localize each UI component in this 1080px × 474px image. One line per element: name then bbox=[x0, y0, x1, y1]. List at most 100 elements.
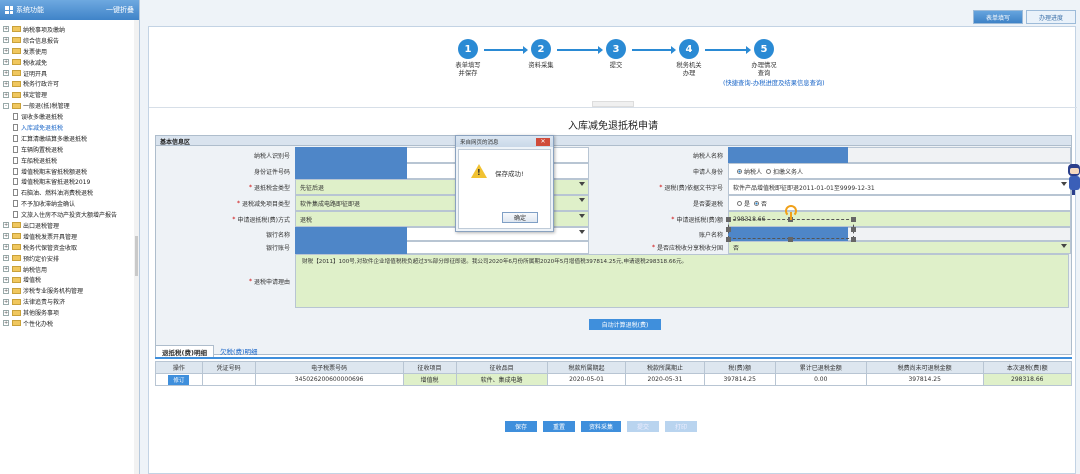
sidebar-item[interactable]: + 增值税 bbox=[0, 274, 139, 285]
radio-yes[interactable] bbox=[737, 200, 742, 206]
sidebar-item[interactable]: 文旅入住房不动产投资大额增产报告 bbox=[0, 209, 139, 220]
reset-button[interactable]: 重置 bbox=[543, 421, 575, 432]
header-tabs: 表单填写 办理进度 bbox=[972, 10, 1076, 24]
auto-calc-button[interactable]: 自动计算退税(费) bbox=[589, 319, 661, 330]
tab-form-fill[interactable]: 表单填写 bbox=[972, 10, 1023, 24]
collect-data-button[interactable]: 资料采集 bbox=[581, 421, 621, 432]
sidebar-item-label: 法律追责与救济 bbox=[23, 299, 66, 307]
ok-button[interactable]: 确定 bbox=[502, 212, 538, 223]
sidebar-scrollbar[interactable] bbox=[134, 20, 139, 474]
close-icon[interactable]: ✕ bbox=[536, 138, 550, 146]
quick-query-link[interactable]: (快捷查询-办税进度及结果信息查询) bbox=[723, 78, 825, 87]
radio-taxpayer[interactable] bbox=[737, 168, 742, 174]
sidebar-item[interactable]: + 综合信息报告 bbox=[0, 35, 139, 46]
sidebar-item[interactable]: 入库减免退抵税 bbox=[0, 122, 139, 133]
expand-toggle-icon[interactable]: + bbox=[3, 244, 9, 251]
table-header-row: 操作 凭证号码 电子税票号码 征收项目 征收品目 税款所属期起 税款所属期止 税(费)额 累计已… bbox=[155, 361, 1073, 374]
expand-toggle-icon[interactable]: + bbox=[3, 91, 9, 98]
expand-toggle-icon[interactable]: + bbox=[3, 266, 9, 273]
deduct-radio-group: 是 否 bbox=[728, 195, 1071, 211]
resize-handle[interactable] bbox=[851, 227, 856, 232]
expand-toggle-icon[interactable]: + bbox=[3, 59, 9, 66]
resize-handle[interactable] bbox=[851, 237, 856, 242]
expand-toggle-icon[interactable]: + bbox=[3, 26, 9, 33]
action-bar: 保存 重置 资料采集 提交 打印 bbox=[505, 421, 697, 432]
sidebar-item[interactable]: + 其他服务事项 bbox=[0, 307, 139, 318]
sidebar-item[interactable]: - 一般退(抵)税管理 bbox=[0, 100, 139, 111]
tab-arrears-detail[interactable]: 欠税(费)明细 bbox=[214, 345, 264, 357]
expand-toggle-icon[interactable]: + bbox=[3, 70, 9, 76]
radio-taxpayer-label: 纳税人 bbox=[744, 168, 763, 176]
step-4-label: 税务机关 办理 bbox=[676, 62, 702, 77]
cell-current[interactable]: 298318.66 bbox=[982, 373, 1073, 386]
assistant-robot-icon[interactable] bbox=[1066, 160, 1080, 196]
sidebar-item[interactable]: + 法律追责与救济 bbox=[0, 296, 139, 307]
sidebar-item[interactable]: 增值税期末留抵退税2019 bbox=[0, 176, 139, 187]
cell-sub-item[interactable]: 软件、集成电路 bbox=[455, 373, 548, 386]
expand-toggle-icon[interactable]: + bbox=[3, 48, 9, 55]
radio-no[interactable] bbox=[754, 200, 760, 206]
scrollbar-thumb[interactable] bbox=[135, 236, 138, 276]
sidebar-item[interactable]: 石脑油、燃料油消费税退税 bbox=[0, 187, 139, 198]
step-4-circle: 4 bbox=[679, 39, 699, 59]
tab-refund-detail[interactable]: 退抵税(费)明细 bbox=[155, 345, 214, 357]
sidebar-item-label: 石脑油、燃料油消费税退税 bbox=[21, 190, 94, 198]
dialog-title-bar: 来自网页的消息 ✕ bbox=[456, 136, 553, 147]
selection-box[interactable] bbox=[728, 219, 854, 239]
sidebar-item[interactable]: + 涉税专业服务机构管理 bbox=[0, 285, 139, 296]
sidebar-item[interactable]: + 纳税信用 bbox=[0, 264, 139, 275]
resize-handle[interactable] bbox=[726, 237, 731, 242]
cell-item[interactable]: 增值税 bbox=[402, 373, 457, 386]
edit-row-button[interactable]: 修订 bbox=[168, 374, 190, 385]
sidebar-item[interactable]: + 税收减免 bbox=[0, 57, 139, 68]
radio-withholder[interactable] bbox=[766, 168, 772, 174]
expand-toggle-icon[interactable]: + bbox=[3, 287, 9, 294]
resize-handle[interactable] bbox=[851, 217, 856, 222]
print-button[interactable]: 打印 bbox=[665, 421, 697, 432]
sidebar-item[interactable]: + 预约定价安排 bbox=[0, 253, 139, 264]
sidebar-item[interactable]: + 增值税发票开具管理 bbox=[0, 231, 139, 242]
expand-toggle-icon[interactable]: + bbox=[3, 80, 9, 87]
sidebar-item[interactable]: 车船税退抵税 bbox=[0, 155, 139, 166]
resize-handle[interactable] bbox=[726, 217, 731, 222]
save-button[interactable]: 保存 bbox=[505, 421, 537, 432]
collapse-toggle-icon[interactable]: - bbox=[3, 102, 9, 109]
sidebar-item[interactable]: 车辆购置税退税 bbox=[0, 144, 139, 155]
deduct-zone-select[interactable]: 否 bbox=[728, 241, 1071, 254]
expand-toggle-icon[interactable]: + bbox=[3, 276, 9, 283]
page-title: 入库减免退抵税申请 bbox=[568, 121, 658, 132]
resize-handle[interactable] bbox=[726, 227, 731, 232]
sidebar-item[interactable]: + 纳税事项及缴纳 bbox=[0, 24, 139, 35]
sidebar-item[interactable]: + 发票使用 bbox=[0, 46, 139, 57]
sidebar-item[interactable]: + 个性化办税 bbox=[0, 318, 139, 329]
sidebar-item[interactable]: + 出口退税管理 bbox=[0, 220, 139, 231]
sidebar: 系统功能 一键折叠 + 纳税事项及缴纳 + 综合信息报告 + 发票使用 + 税收减免 + 证明开具… bbox=[0, 0, 140, 474]
expand-toggle-icon[interactable]: + bbox=[3, 255, 9, 262]
expand-toggle-icon[interactable]: + bbox=[3, 298, 9, 305]
sidebar-item-label: 税务行政许可 bbox=[23, 81, 60, 89]
expand-toggle-icon[interactable]: + bbox=[3, 37, 9, 44]
refund-type-label: * 退抵税金类型 bbox=[156, 179, 295, 195]
submit-button[interactable]: 提交 bbox=[627, 421, 659, 432]
sidebar-item-label: 证明开具 bbox=[23, 70, 48, 78]
tab-progress[interactable]: 办理进度 bbox=[1025, 10, 1076, 24]
sidebar-item[interactable]: 不予加收滞纳金确认 bbox=[0, 198, 139, 209]
sidebar-header: 系统功能 一键折叠 bbox=[0, 0, 139, 20]
collapse-all-button[interactable]: 一键折叠 bbox=[106, 5, 134, 15]
expand-toggle-icon[interactable]: + bbox=[3, 222, 9, 229]
sidebar-item[interactable]: + 证明开具 bbox=[0, 68, 139, 79]
refund-detail-table: 操作 凭证号码 电子税票号码 征收项目 征收品目 税款所属期起 税款所属期止 税(费)额 累计已… bbox=[155, 361, 1073, 386]
sidebar-item[interactable]: + 核定管理 bbox=[0, 89, 139, 100]
column-header: 税款所属期起 bbox=[546, 361, 627, 374]
sidebar-item[interactable]: 汇算清缴结算多缴退抵税 bbox=[0, 133, 139, 144]
expand-toggle-icon[interactable]: + bbox=[3, 233, 9, 240]
sidebar-item[interactable]: + 税务行政许可 bbox=[0, 78, 139, 89]
expand-toggle-icon[interactable]: + bbox=[3, 309, 9, 316]
sidebar-item[interactable]: 误收多缴退抵税 bbox=[0, 111, 139, 122]
sidebar-item[interactable]: 增值税期末留抵税额退税 bbox=[0, 166, 139, 177]
expand-toggle-icon[interactable]: + bbox=[3, 320, 9, 327]
reason-textarea[interactable]: 财税【2011】100号,对软件企业增值税税负超过3%部分即征即退。我公司202… bbox=[295, 254, 1069, 308]
sidebar-item[interactable]: + 税务代保管资金收取 bbox=[0, 242, 139, 253]
refund-doc-select[interactable]: 软件产品增值税即征即退2011-01-01至9999-12-31 bbox=[728, 179, 1071, 195]
resize-handle[interactable] bbox=[788, 237, 793, 242]
